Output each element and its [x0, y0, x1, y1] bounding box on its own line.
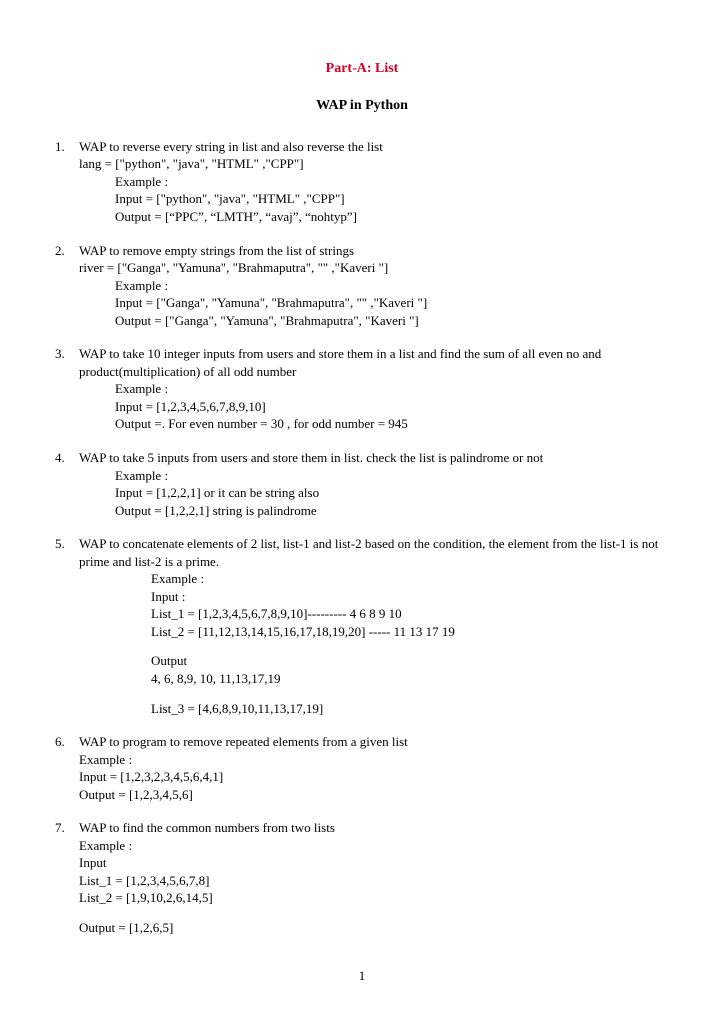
q5-line: Example : [55, 570, 669, 588]
q4-line: Output = [1,2,2,1] string is palindrome [55, 502, 669, 520]
q6-text: WAP to program to remove repeated elemen… [79, 733, 669, 751]
q6-number: 6. [55, 733, 79, 751]
question-7: 7. WAP to find the common numbers from t… [55, 819, 669, 936]
q3-line: Output =. For even number = 30 , for odd… [55, 415, 669, 433]
q6-line: Input = [1,2,3,2,3,4,5,6,4,1] [55, 768, 669, 786]
q1-line: Output = [“PPC”, “LMTH”, “avaj”, “nohtyp… [55, 208, 669, 226]
q7-number: 7. [55, 819, 79, 837]
question-1: 1. WAP to reverse every string in list a… [55, 138, 669, 226]
q5-text: WAP to concatenate elements of 2 list, l… [79, 535, 669, 570]
question-4: 4. WAP to take 5 inputs from users and s… [55, 449, 669, 519]
q2-line: Example : [55, 277, 669, 295]
question-2: 2. WAP to remove empty strings from the … [55, 242, 669, 330]
q5-line: List_3 = [4,6,8,9,10,11,13,17,19] [55, 700, 669, 718]
q2-line: Output = ["Ganga", "Yamuna", "Brahmaputr… [55, 312, 669, 330]
subtitle: WAP in Python [55, 97, 669, 116]
q4-number: 4. [55, 449, 79, 467]
q3-text: WAP to take 10 integer inputs from users… [79, 345, 669, 380]
q4-line: Input = [1,2,2,1] or it can be string al… [55, 484, 669, 502]
question-5: 5. WAP to concatenate elements of 2 list… [55, 535, 669, 717]
q5-number: 5. [55, 535, 79, 553]
q3-number: 3. [55, 345, 79, 363]
q7-line: Input [55, 854, 669, 872]
question-3: 3. WAP to take 10 integer inputs from us… [55, 345, 669, 433]
q7-line: List_1 = [1,2,3,4,5,6,7,8] [55, 872, 669, 890]
q5-line: List_1 = [1,2,3,4,5,6,7,8,9,10]---------… [55, 605, 669, 623]
q1-line: lang = ["python", "java", "HTML" ,"CPP"] [55, 155, 669, 173]
q1-number: 1. [55, 138, 79, 156]
q2-line: river = ["Ganga", "Yamuna", "Brahmaputra… [55, 259, 669, 277]
q6-line: Output = [1,2,3,4,5,6] [55, 786, 669, 804]
question-6: 6. WAP to program to remove repeated ele… [55, 733, 669, 803]
q3-line: Input = [1,2,3,4,5,6,7,8,9,10] [55, 398, 669, 416]
q7-line: List_2 = [1,9,10,2,6,14,5] [55, 889, 669, 907]
q7-line: Output = [1,2,6,5] [55, 919, 669, 937]
q7-text: WAP to find the common numbers from two … [79, 819, 669, 837]
q4-text: WAP to take 5 inputs from users and stor… [79, 449, 669, 467]
q1-text: WAP to reverse every string in list and … [79, 138, 669, 156]
q2-number: 2. [55, 242, 79, 260]
q2-line: Input = ["Ganga", "Yamuna", "Brahmaputra… [55, 294, 669, 312]
q5-line: Output [55, 652, 669, 670]
q3-line: Example : [55, 380, 669, 398]
q1-line: Input = ["python", "java", "HTML" ,"CPP"… [55, 190, 669, 208]
q5-line: 4, 6, 8,9, 10, 11,13,17,19 [55, 670, 669, 688]
q5-line: List_2 = [11,12,13,14,15,16,17,18,19,20]… [55, 623, 669, 641]
page-number: 1 [55, 967, 669, 985]
q4-line: Example : [55, 467, 669, 485]
q7-line: Example : [55, 837, 669, 855]
q5-line: Input : [55, 588, 669, 606]
q6-line: Example : [55, 751, 669, 769]
q1-line: Example : [55, 173, 669, 191]
q2-text: WAP to remove empty strings from the lis… [79, 242, 669, 260]
part-title: Part-A: List [55, 60, 669, 79]
